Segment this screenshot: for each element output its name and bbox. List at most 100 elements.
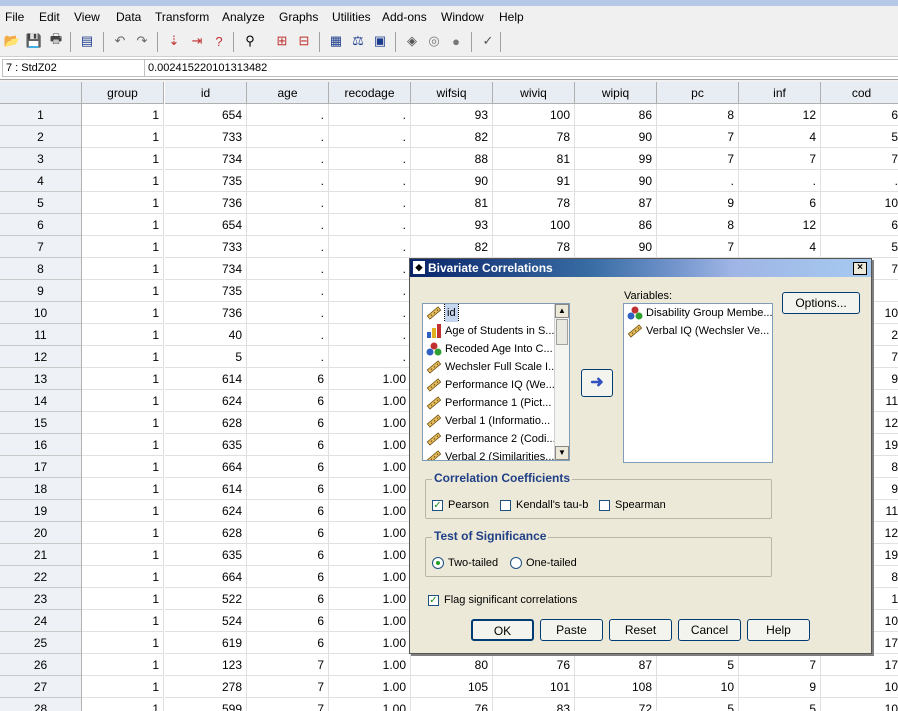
table-cell[interactable]: 1.00 xyxy=(329,390,411,412)
table-cell[interactable]: . xyxy=(329,214,411,236)
move-variable-button[interactable]: ➜ xyxy=(581,369,613,397)
table-cell[interactable]: 5 xyxy=(821,236,898,258)
menu-file[interactable]: File xyxy=(5,10,24,24)
table-cell[interactable]: 5 xyxy=(821,126,898,148)
table-cell[interactable]: 72 xyxy=(575,698,657,711)
menu-analyze[interactable]: Analyze xyxy=(222,10,265,24)
close-icon[interactable]: × xyxy=(853,262,867,275)
table-cell[interactable]: . xyxy=(329,280,411,302)
table-cell[interactable]: 734 xyxy=(165,148,247,170)
one-tailed-radio[interactable] xyxy=(510,557,522,569)
table-cell[interactable]: 1.00 xyxy=(329,544,411,566)
show-all-variables-icon[interactable]: ● xyxy=(447,32,465,50)
row-header[interactable]: 27 xyxy=(0,676,82,698)
table-cell[interactable]: 6 xyxy=(247,412,329,434)
table-cell[interactable]: 40 xyxy=(165,324,247,346)
table-cell[interactable]: 1.00 xyxy=(329,654,411,676)
dialog-recall-icon[interactable]: ▤ xyxy=(78,32,96,50)
table-cell[interactable]: 619 xyxy=(165,632,247,654)
row-header[interactable]: 15 xyxy=(0,412,82,434)
row-header[interactable]: 9 xyxy=(0,280,82,302)
table-cell[interactable]: 12 xyxy=(739,214,821,236)
table-cell[interactable]: 81 xyxy=(493,148,575,170)
table-cell[interactable]: . xyxy=(329,170,411,192)
row-header[interactable]: 16 xyxy=(0,434,82,456)
save-icon[interactable]: 💾 xyxy=(25,32,43,50)
table-cell[interactable]: 1 xyxy=(82,280,164,302)
table-cell[interactable]: 1.00 xyxy=(329,434,411,456)
table-cell[interactable]: 4 xyxy=(739,126,821,148)
row-header[interactable]: 18 xyxy=(0,478,82,500)
table-cell[interactable]: . xyxy=(247,280,329,302)
table-cell[interactable]: 82 xyxy=(411,236,493,258)
table-cell[interactable]: 1 xyxy=(82,324,164,346)
table-cell[interactable]: 6 xyxy=(247,478,329,500)
column-header-id[interactable]: id xyxy=(165,82,247,104)
table-cell[interactable]: 733 xyxy=(165,126,247,148)
table-cell[interactable]: 82 xyxy=(411,126,493,148)
table-cell[interactable]: 80 xyxy=(411,654,493,676)
table-cell[interactable]: 105 xyxy=(411,676,493,698)
menu-window[interactable]: Window xyxy=(441,10,484,24)
grid-corner[interactable] xyxy=(0,82,82,104)
table-cell[interactable]: 10 xyxy=(821,676,898,698)
table-cell[interactable]: 7 xyxy=(657,148,739,170)
source-variable-item[interactable]: Age of Students in S... xyxy=(423,322,569,340)
table-cell[interactable]: 6 xyxy=(247,588,329,610)
table-cell[interactable]: 735 xyxy=(165,170,247,192)
table-cell[interactable]: 93 xyxy=(411,214,493,236)
target-variable-item[interactable]: Disability Group Membe... xyxy=(624,304,772,322)
table-cell[interactable]: 624 xyxy=(165,390,247,412)
scroll-thumb[interactable] xyxy=(556,319,568,345)
table-cell[interactable]: . xyxy=(247,236,329,258)
source-variable-item[interactable]: Wechsler Full Scale I... xyxy=(423,358,569,376)
row-header[interactable]: 24 xyxy=(0,610,82,632)
table-cell[interactable]: 6 xyxy=(739,192,821,214)
row-header[interactable]: 2 xyxy=(0,126,82,148)
table-cell[interactable]: 10 xyxy=(821,192,898,214)
table-cell[interactable]: 7 xyxy=(739,148,821,170)
table-cell[interactable]: 1.00 xyxy=(329,368,411,390)
table-cell[interactable]: 7 xyxy=(821,148,898,170)
menu-graphs[interactable]: Graphs xyxy=(279,10,318,24)
table-cell[interactable]: 12 xyxy=(739,104,821,126)
target-variable-item[interactable]: Verbal IQ (Wechsler Ve... xyxy=(624,322,772,340)
table-cell[interactable]: 5 xyxy=(657,698,739,711)
table-cell[interactable]: 1 xyxy=(82,544,164,566)
source-variable-item[interactable]: id xyxy=(423,304,569,322)
table-cell[interactable]: 1 xyxy=(82,610,164,632)
column-header-age[interactable]: age xyxy=(247,82,329,104)
table-cell[interactable]: 7 xyxy=(657,236,739,258)
table-cell[interactable]: 1.00 xyxy=(329,456,411,478)
menu-help[interactable]: Help xyxy=(499,10,524,24)
table-cell[interactable]: . xyxy=(329,104,411,126)
table-cell[interactable]: 88 xyxy=(411,148,493,170)
table-cell[interactable]: . xyxy=(329,148,411,170)
scroll-up-icon[interactable]: ▲ xyxy=(555,304,569,318)
table-cell[interactable]: 1 xyxy=(82,566,164,588)
column-header-wiviq[interactable]: wiviq xyxy=(493,82,575,104)
table-cell[interactable]: 1 xyxy=(82,478,164,500)
table-cell[interactable]: 1.00 xyxy=(329,610,411,632)
spearman-checkbox[interactable] xyxy=(599,500,610,511)
open-icon[interactable]: 📂 xyxy=(3,32,21,50)
table-cell[interactable]: 100 xyxy=(493,214,575,236)
column-header-recodage[interactable]: recodage xyxy=(329,82,411,104)
source-variable-item[interactable]: Verbal 2 (Similarities... xyxy=(423,448,569,460)
table-cell[interactable]: 733 xyxy=(165,236,247,258)
table-cell[interactable]: . xyxy=(329,346,411,368)
table-cell[interactable]: 1.00 xyxy=(329,566,411,588)
source-variable-item[interactable]: Performance 2 (Codi... xyxy=(423,430,569,448)
table-cell[interactable]: 99 xyxy=(575,148,657,170)
ok-button[interactable]: OK xyxy=(471,619,534,641)
table-cell[interactable]: 1 xyxy=(82,104,164,126)
column-header-inf[interactable]: inf xyxy=(739,82,821,104)
insert-variable-icon[interactable]: ⊟ xyxy=(295,32,313,50)
table-cell[interactable]: 524 xyxy=(165,610,247,632)
table-cell[interactable]: 8 xyxy=(657,104,739,126)
table-cell[interactable]: 10 xyxy=(821,698,898,711)
table-cell[interactable]: 1.00 xyxy=(329,412,411,434)
table-cell[interactable]: 654 xyxy=(165,104,247,126)
row-header[interactable]: 17 xyxy=(0,456,82,478)
table-cell[interactable]: 278 xyxy=(165,676,247,698)
